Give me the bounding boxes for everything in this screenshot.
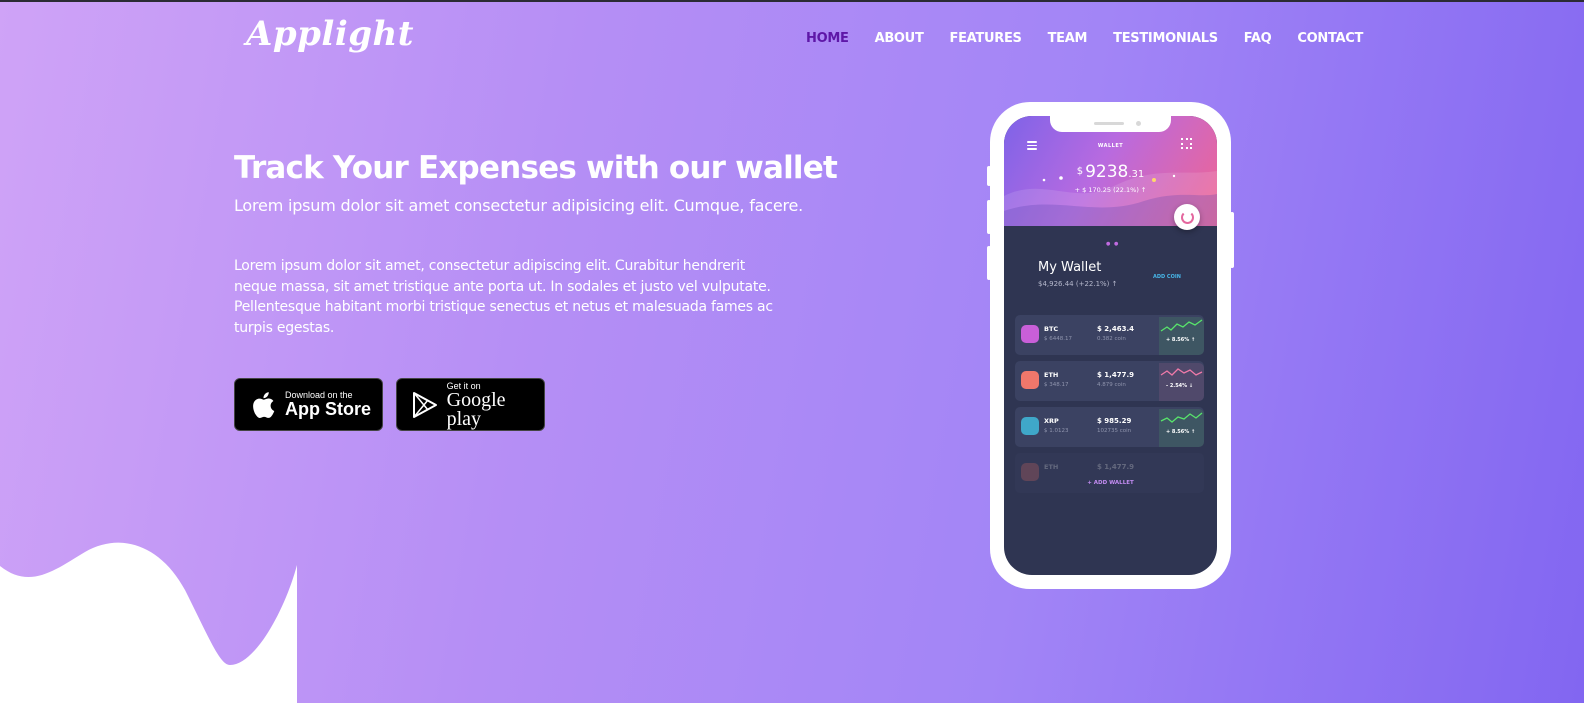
ripple-icon (1021, 417, 1039, 435)
coin-price: $ 1.0123 (1044, 428, 1069, 434)
balance-amount: $9238.31 (1004, 162, 1217, 182)
coin-name: ETH (1044, 371, 1059, 379)
coin-change: + 8.56% ↑ (1166, 429, 1196, 435)
nav-home[interactable]: HOME (806, 31, 849, 46)
nav-features[interactable]: FEATURES (950, 31, 1022, 46)
wallet-subtitle: $4,926.44 (+22.1%) ↑ (1038, 280, 1118, 288)
qr-icon[interactable] (1181, 138, 1192, 149)
nav-faq[interactable]: FAQ (1244, 31, 1272, 46)
phone-side-button (987, 200, 991, 234)
ethereum-icon (1021, 371, 1039, 389)
hero-title: Track Your Expenses with our wallet (234, 150, 838, 186)
hero-body-line: turpis egestas. (234, 319, 335, 336)
coin-value: $ 1,477.9 (1097, 371, 1134, 379)
ethereum-icon (1021, 463, 1039, 481)
coin-name: ETH (1044, 463, 1059, 471)
add-coin-button[interactable]: ADD COIN (1153, 274, 1181, 280)
nav-team[interactable]: TEAM (1048, 31, 1088, 46)
nav-about[interactable]: ABOUT (875, 31, 924, 46)
coin-row[interactable]: BTC $ 6448.17 $ 2,463.4 0.382 coin + 8.5… (1015, 315, 1204, 355)
phone-screen: WALLET $9238.31 + $ 170.25 (22.1%) ↑ ● ●… (1004, 116, 1217, 575)
balance-change: + $ 170.25 (22.1%) ↑ (1074, 186, 1147, 194)
sparkline-up (1159, 409, 1204, 447)
bitcoin-icon (1021, 325, 1039, 343)
hero-body: Lorem ipsum dolor sit amet, consectetur … (234, 256, 804, 338)
coin-price: $ 6448.17 (1044, 336, 1072, 342)
coin-value: $ 1,477.9 (1097, 463, 1134, 471)
google-play-button[interactable]: Get it on Google play (396, 378, 545, 431)
nav-testimonials[interactable]: TESTIMONIALS (1113, 31, 1218, 46)
coin-row: ETH $ 1,477.9 (1015, 453, 1204, 493)
coin-change: - 2.54% ↓ (1166, 383, 1194, 389)
coin-amount: 0.382 coin (1097, 336, 1126, 342)
page-dots: ● ● (1106, 241, 1120, 247)
brand-logo[interactable]: Applight (246, 14, 414, 54)
phone-side-button (1230, 212, 1234, 268)
app-store-label: App Store (285, 399, 372, 419)
balance-currency: $ (1076, 166, 1084, 177)
hero-body-line: neque massa, sit amet tristique ante por… (234, 278, 771, 295)
coin-value: $ 2,463.4 (1097, 325, 1134, 333)
play-icon (405, 391, 445, 419)
hero-body-line: Pellentesque habitant morbi tristique se… (234, 299, 773, 315)
top-border (0, 0, 1584, 2)
coin-row[interactable]: XRP $ 1.0123 $ 985.29 102735 coin + 8.56… (1015, 407, 1204, 447)
hero-body-line: Lorem ipsum dolor sit amet, consectetur … (234, 258, 745, 274)
coin-value: $ 985.29 (1097, 417, 1132, 425)
main-nav: HOME ABOUT FEATURES TEAM TESTIMONIALS FA… (806, 31, 1363, 46)
coin-row[interactable]: ETH $ 348.17 $ 1,477.9 4.879 coin - 2.54… (1015, 361, 1204, 401)
balance-decimals: .31 (1128, 169, 1145, 180)
sparkline-down (1159, 363, 1204, 401)
coin-change: + 8.56% ↑ (1166, 337, 1196, 343)
coin-name: XRP (1044, 417, 1059, 425)
wallet-title: My Wallet (1038, 260, 1102, 275)
phone-side-button (987, 246, 991, 280)
coin-amount: 102735 coin (1097, 428, 1132, 434)
phone-mockup: WALLET $9238.31 + $ 170.25 (22.1%) ↑ ● ●… (987, 102, 1234, 589)
hero-subtitle: Lorem ipsum dolor sit amet consectetur a… (234, 196, 804, 215)
app-store-button[interactable]: Download on the App Store (234, 378, 383, 431)
phone-notch (1050, 116, 1171, 132)
apple-icon (243, 391, 283, 419)
nav-contact[interactable]: CONTACT (1297, 31, 1363, 46)
phone-side-button (987, 166, 991, 186)
coin-name: BTC (1044, 325, 1059, 333)
coin-amount: 4.879 coin (1097, 382, 1126, 388)
sparkline-up (1159, 317, 1204, 355)
balance-main: 9238 (1085, 162, 1129, 182)
add-wallet-button[interactable]: + ADD WALLET (1004, 480, 1217, 486)
decorative-wave (0, 542, 297, 703)
refresh-icon[interactable] (1174, 204, 1200, 230)
coin-price: $ 348.17 (1044, 382, 1069, 388)
google-play-label: Google play (446, 388, 506, 430)
